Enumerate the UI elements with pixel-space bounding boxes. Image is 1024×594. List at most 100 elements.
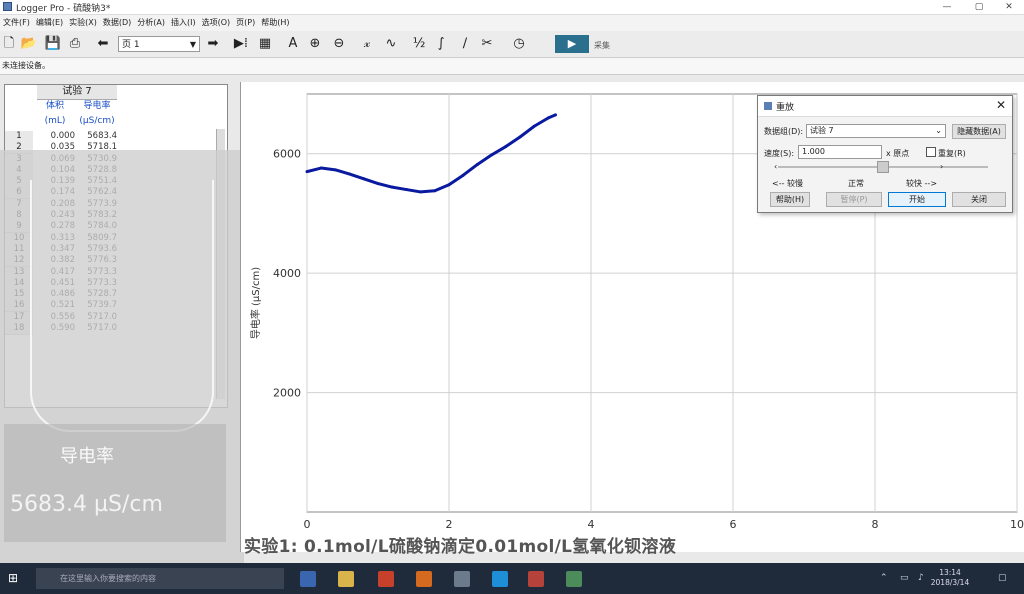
menu-analyze[interactable]: 分析(A) — [134, 15, 168, 31]
dataset-label: 数据组(D): — [764, 127, 804, 136]
new-file-icon[interactable]: 🗋 — [0, 35, 18, 53]
menu-options[interactable]: 选项(O) — [199, 15, 234, 31]
table-row[interactable]: 1 0.000 5683.4 — [5, 131, 215, 143]
statistics-icon[interactable]: ½ — [410, 35, 428, 53]
minimize-button[interactable]: — — [932, 0, 962, 14]
hide-data-button[interactable]: 隐藏数据(A) — [952, 124, 1006, 139]
data-point — [319, 166, 323, 170]
app-icon-orange[interactable] — [416, 571, 432, 587]
dataset-select[interactable]: 试验 7 ⌄ — [806, 124, 946, 138]
dialog-title: 重放 — [776, 103, 795, 113]
tangent-icon[interactable]: ∿ — [382, 35, 400, 53]
speed-unit: x 原点 — [886, 149, 910, 158]
app-icon — [3, 2, 12, 11]
menu-edit[interactable]: 编辑(E) — [33, 15, 66, 31]
data-browser-icon[interactable]: ▶⁞ — [232, 35, 250, 53]
clock-date: 2018/3/14 — [930, 578, 970, 587]
data-point — [518, 135, 522, 139]
autoscale-icon[interactable]: A — [284, 35, 302, 53]
y-tick-label: 2000 — [273, 387, 301, 400]
replay-dialog: 重放 ✕ 数据组(D): 试验 7 ⌄ 隐藏数据(A) 速度(S): 1.000 … — [757, 95, 1013, 213]
connection-status: 未连接设备。 — [0, 58, 1024, 75]
column-header-conductivity[interactable]: 导电率 (µS/cm) — [77, 99, 117, 129]
print-icon[interactable]: ⎙ — [66, 35, 84, 53]
logger-pro-icon[interactable] — [566, 571, 582, 587]
linear-fit-icon[interactable]: ∕ — [456, 35, 474, 53]
tray-chevron-icon[interactable]: ⌃ — [880, 573, 888, 583]
data-point — [404, 188, 408, 192]
faster-label: 较快 --> — [906, 179, 938, 188]
help-button[interactable]: 帮助(H) — [770, 192, 810, 207]
chevron-down-icon: ▼ — [189, 40, 196, 49]
clock[interactable]: 13:14 2018/3/14 — [920, 568, 980, 588]
network-icon[interactable]: ▭ — [900, 573, 909, 583]
notification-icon[interactable]: ▢ — [998, 573, 1007, 583]
repeat-checkbox[interactable] — [926, 147, 936, 157]
menu-help[interactable]: 帮助(H) — [258, 15, 292, 31]
data-point — [376, 182, 380, 186]
close-icon[interactable]: ✕ — [996, 98, 1006, 112]
integral-icon[interactable]: ∫ — [432, 35, 450, 53]
y-axis-label: 导电率 (µS/cm) — [249, 267, 262, 339]
next-page-icon[interactable]: ➡ — [204, 35, 222, 53]
timer-icon[interactable]: ◷ — [510, 35, 528, 53]
data-point — [447, 183, 451, 187]
app-icon-circle[interactable] — [528, 571, 544, 587]
menu-insert[interactable]: 插入(I) — [168, 15, 199, 31]
x-tick-label: 6 — [730, 518, 737, 531]
menu-page[interactable]: 页(P) — [233, 15, 258, 31]
maximize-button[interactable]: ▢ — [964, 0, 994, 14]
menu-experiment[interactable]: 实验(X) — [66, 15, 100, 31]
open-folder-icon[interactable]: 📂 — [20, 35, 38, 53]
mail-icon[interactable] — [454, 571, 470, 587]
task-view-icon[interactable] — [300, 571, 316, 587]
speed-slider-thumb[interactable] — [877, 161, 889, 173]
start-button[interactable]: 开始 — [888, 192, 946, 207]
row-number: 1 — [5, 131, 33, 143]
slider-left-arrow-icon[interactable]: ‹ — [774, 162, 777, 171]
dialog-title-bar: 重放 ✕ — [758, 96, 1012, 117]
repeat-label: 重复(R) — [938, 149, 966, 158]
zoom-in-icon[interactable]: ⊕ — [306, 35, 324, 53]
data-point — [461, 173, 465, 177]
data-point — [333, 168, 337, 172]
meter-panel — [4, 424, 226, 542]
curve-fit-icon[interactable]: ✂ — [478, 35, 496, 53]
windows-start-icon[interactable]: ⊞ — [8, 571, 22, 585]
menu-data[interactable]: 数据(D) — [100, 15, 134, 31]
pause-button[interactable]: 暂停(P) — [826, 192, 882, 207]
close-button[interactable]: ✕ — [994, 0, 1024, 14]
edge-icon[interactable] — [492, 571, 508, 587]
x-tick-label: 8 — [872, 518, 879, 531]
column-name: 导电率 — [83, 101, 111, 111]
taskbar-search[interactable]: 在这里输入你要搜索的内容 — [36, 568, 284, 589]
file-explorer-icon[interactable] — [338, 571, 354, 587]
data-point — [490, 153, 494, 157]
save-icon[interactable]: 💾 — [44, 35, 62, 53]
page-select[interactable]: 页 1 ▼ — [118, 36, 200, 52]
menu-file[interactable]: 文件(F) — [0, 15, 33, 31]
speed-input[interactable]: 1.000 — [798, 145, 882, 159]
conductivity-cell[interactable]: 5683.4 — [79, 131, 117, 142]
data-point — [348, 172, 352, 176]
slider-right-arrow-icon[interactable]: › — [940, 162, 943, 171]
chevron-down-icon: ⌄ — [935, 126, 942, 135]
data-point — [554, 113, 557, 117]
volume-cell[interactable]: 0.000 — [37, 131, 75, 142]
close-dialog-button[interactable]: 关闭 — [952, 192, 1006, 207]
menu-bar: 文件(F) 编辑(E) 实验(X) 数据(D) 分析(A) 插入(I) 选项(O) 页(P) 帮… — [0, 15, 1024, 31]
examine-icon[interactable]: 𝓍 — [358, 35, 376, 53]
column-name: 体积 — [45, 101, 64, 111]
app-icon-red[interactable] — [378, 571, 394, 587]
previous-page-icon[interactable]: ⬅ — [94, 35, 112, 53]
meter-name: 导电率 — [60, 446, 114, 467]
data-point — [390, 185, 394, 189]
calculator-icon[interactable]: ▦ — [256, 35, 274, 53]
collect-button[interactable]: ▶ — [555, 35, 589, 53]
data-point — [475, 162, 479, 166]
zoom-out-icon[interactable]: ⊖ — [330, 35, 348, 53]
data-point — [532, 124, 536, 128]
column-unit: (µS/cm) — [79, 116, 115, 126]
toolbar: 🗋 📂 💾 ⎙ ⬅ 页 1 ▼ ➡ ▶⁞ ▦ A ⊕ ⊖ 𝓍 ∿ ½ ∫ ∕ ✂ … — [0, 31, 1024, 58]
column-header-volume[interactable]: 体积 (mL) — [35, 99, 75, 129]
